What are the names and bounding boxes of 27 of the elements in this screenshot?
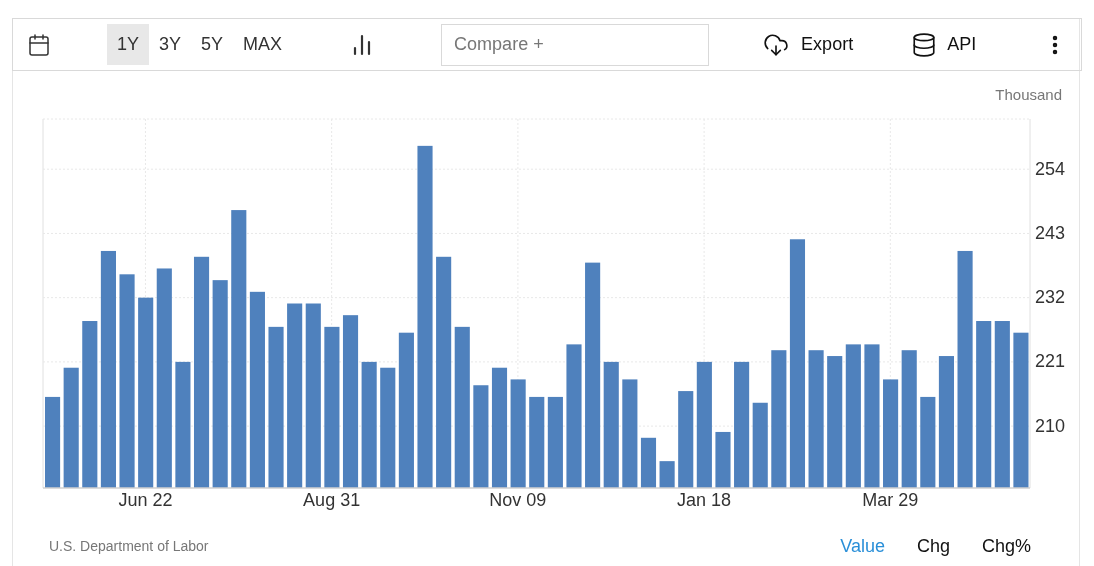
calendar-icon[interactable]	[27, 32, 51, 57]
y-tick-label: 254	[1035, 159, 1066, 178]
range-tab[interactable]: 3Y	[149, 24, 192, 65]
x-tick-label: Mar 29	[862, 490, 919, 509]
y-tick-label: 221	[1035, 352, 1066, 371]
api-button[interactable]: API	[911, 31, 977, 58]
database-icon	[911, 31, 938, 58]
bar	[640, 437, 657, 488]
x-tick-label: Jan 18	[677, 490, 732, 509]
view-tab[interactable]: Chg%	[981, 532, 1031, 560]
compare-field[interactable]: Compare +	[441, 23, 710, 66]
range-tab[interactable]: MAX	[233, 24, 293, 65]
export-button[interactable]: Export	[761, 31, 854, 58]
unit-label: Thousand	[995, 85, 1062, 105]
source-text: U.S. Department of Labor	[49, 536, 209, 556]
x-tick-label: Jun 22	[118, 490, 173, 509]
bar	[659, 460, 675, 488]
y-tick-label: 232	[1035, 288, 1066, 307]
view-tab[interactable]: Value	[840, 532, 885, 560]
view-tab[interactable]: Chg	[916, 532, 950, 560]
y-tick-label: 243	[1035, 223, 1066, 242]
range-tab[interactable]: 5Y	[191, 24, 234, 65]
x-tick-label: Aug 31	[303, 490, 361, 509]
y-tick-label: 210	[1035, 416, 1066, 435]
range-tab[interactable]: 1Y	[107, 24, 150, 65]
x-tick-label: Nov 09	[489, 490, 547, 509]
bar	[715, 431, 731, 488]
